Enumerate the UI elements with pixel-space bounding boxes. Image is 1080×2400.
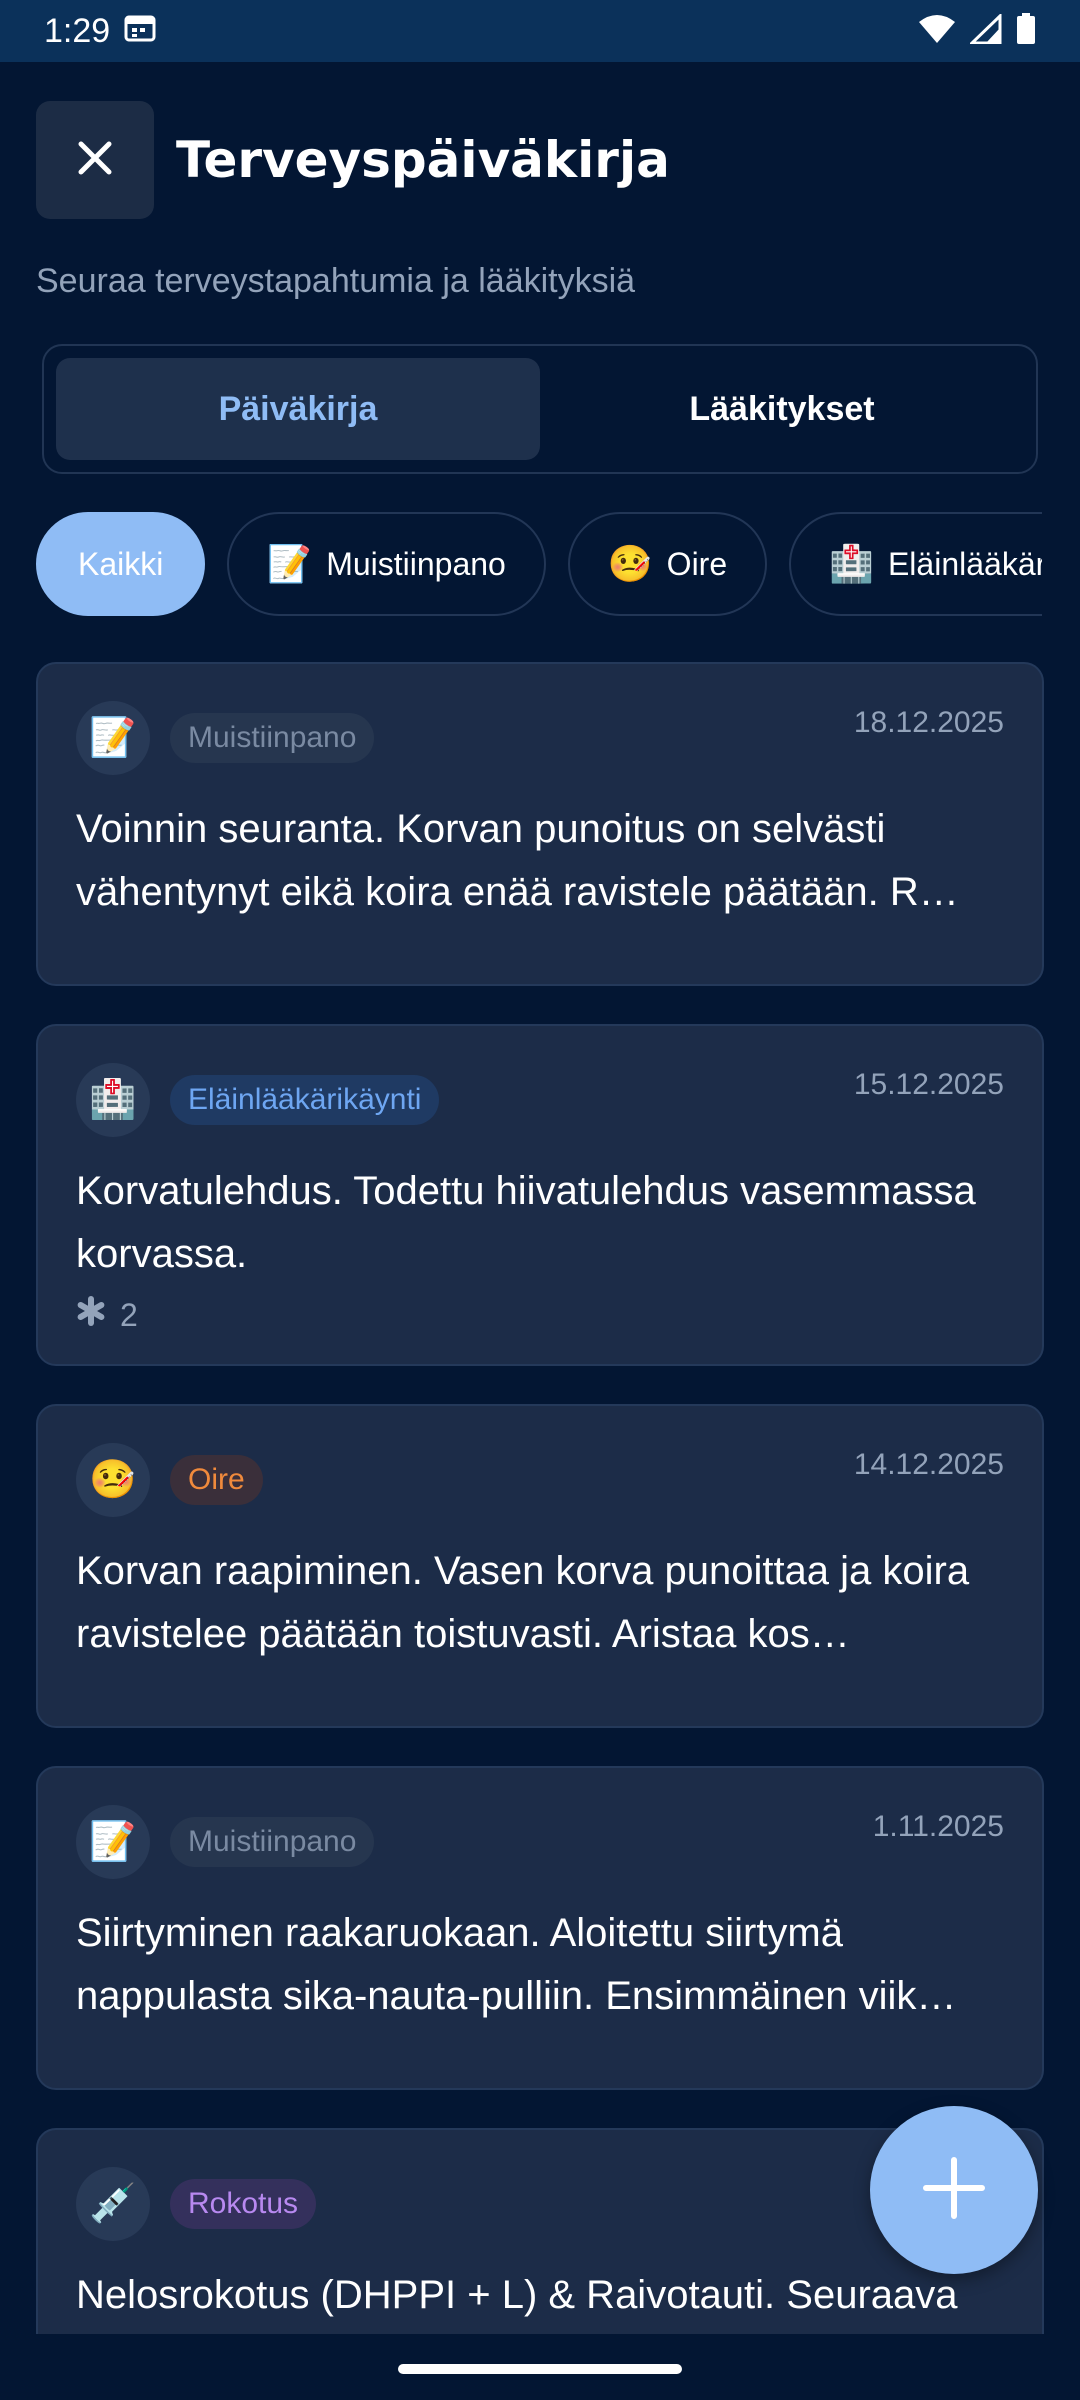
sick-face-icon: 🤒 (607, 543, 653, 584)
entry-text: Korvan raapiminen. Vasen korva punoittaa… (76, 1549, 970, 1656)
entry-date: 1.11.2025 (872, 1810, 1004, 1843)
entry-meta-count: 2 (120, 1296, 138, 1333)
calendar-icon (124, 12, 156, 51)
memo-icon: 📝 (76, 1805, 150, 1879)
plus-icon (922, 2156, 986, 2225)
entry-date: 15.12.2025 (853, 1068, 1004, 1101)
filter-chip-symptom[interactable]: 🤒 Oire (567, 512, 768, 616)
entry-text: Voinnin seuranta. Korvan punoitus on sel… (76, 807, 959, 914)
page-subtitle: Seuraa terveystapahtumia ja lääkityksiä (36, 262, 636, 300)
status-time: 1:29 (44, 11, 111, 50)
wifi-icon (918, 14, 956, 49)
filter-chip-label: Eläinlääkärikäynti (887, 545, 1042, 582)
close-button[interactable] (36, 101, 154, 219)
close-icon (75, 138, 115, 183)
filter-chip-label: Kaikki (78, 545, 164, 582)
diary-entry-card[interactable]: 📝 Muistiinpano 18.12.2025 Voinnin seuran… (36, 662, 1044, 986)
entry-type-badge: Eläinlääkärikäynti (170, 1075, 440, 1125)
asterisk-icon (76, 1296, 106, 1334)
battery-icon (1016, 12, 1036, 50)
diary-entry-card[interactable]: 🏥 Eläinlääkärikäynti 15.12.2025 Korvatul… (36, 1024, 1044, 1366)
entry-type-badge: Muistiinpano (170, 1817, 375, 1867)
entry-date: 14.12.2025 (853, 1448, 1004, 1481)
gesture-nav-handle[interactable] (398, 2364, 682, 2374)
tab-medications[interactable]: Lääkitykset (540, 358, 1024, 460)
diary-entry-card[interactable]: 🤒 Oire 14.12.2025 Korvan raapiminen. Vas… (36, 1404, 1044, 1728)
diary-entry-list[interactable]: 📝 Muistiinpano 18.12.2025 Voinnin seuran… (36, 662, 1044, 2334)
filter-chip-note[interactable]: 📝 Muistiinpano (227, 512, 546, 616)
page-title: Terveyspäiväkirja (176, 131, 670, 189)
memo-icon: 📝 (267, 543, 313, 584)
entry-text: Siirtyminen raakaruokaan. Aloitettu siir… (76, 1911, 957, 2018)
syringe-icon: 💉 (76, 2167, 150, 2241)
entry-text: Korvatulehdus. Todettu hiivatulehdus vas… (76, 1169, 976, 1276)
memo-icon: 📝 (76, 701, 150, 775)
sick-face-icon: 🤒 (76, 1443, 150, 1517)
status-bar: 1:29 (0, 0, 1080, 62)
entry-type-badge: Oire (170, 1455, 263, 1505)
header: Terveyspäiväkirja (36, 100, 670, 220)
hospital-icon: 🏥 (829, 543, 874, 584)
entry-type-badge: Muistiinpano (170, 713, 375, 763)
filter-chip-all[interactable]: Kaikki (36, 512, 206, 616)
filter-chip-vet-visit[interactable]: 🏥 Eläinlääkärikäynti (789, 512, 1042, 616)
filter-chip-label: Oire (666, 545, 728, 582)
diary-entry-card[interactable]: 📝 Muistiinpano 1.11.2025 Siirtyminen raa… (36, 1766, 1044, 2090)
tab-bar: Päiväkirja Lääkitykset (42, 344, 1038, 474)
tab-diary[interactable]: Päiväkirja (56, 358, 540, 460)
entry-text: Nelosrokotus (DHPPI + L) & Raivotauti. S… (76, 2273, 958, 2317)
filter-chip-label: Muistiinpano (326, 545, 506, 582)
signal-icon (968, 11, 1002, 49)
entry-type-badge: Rokotus (170, 2179, 317, 2229)
filter-chips: Kaikki 📝 Muistiinpano 🤒 Oire 🏥 Eläinlääk… (36, 512, 1042, 618)
hospital-icon: 🏥 (76, 1063, 150, 1137)
add-entry-button[interactable] (870, 2106, 1038, 2274)
entry-meta: 2 (76, 1296, 1004, 1334)
entry-date: 18.12.2025 (853, 706, 1004, 739)
